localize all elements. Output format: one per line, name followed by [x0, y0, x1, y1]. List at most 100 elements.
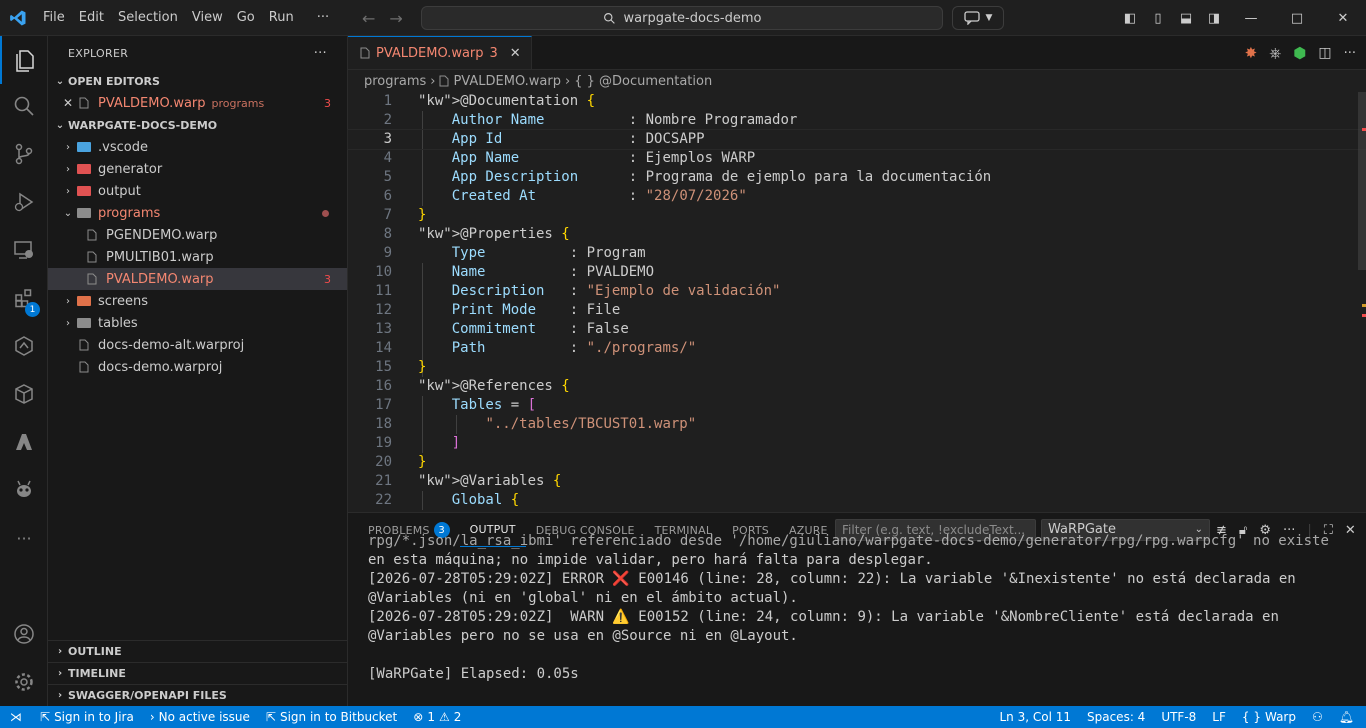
- editor-scrollbar[interactable]: [1352, 92, 1366, 512]
- open-editors-header[interactable]: ⌄ OPEN EDITORS: [48, 70, 347, 92]
- code-line[interactable]: 8 "kw">@Properties {: [348, 225, 1366, 244]
- code-line[interactable]: 7}: [348, 206, 1366, 225]
- split-editor-icon[interactable]: ◫: [1318, 45, 1331, 61]
- tree-folder-programs[interactable]: ⌄ programs: [48, 202, 347, 224]
- close-window-icon[interactable]: ✕: [1320, 11, 1366, 26]
- warp-activity[interactable]: [0, 322, 48, 370]
- spark-icon[interactable]: ✸: [1245, 44, 1258, 62]
- extensions-activity[interactable]: 1: [0, 274, 48, 322]
- tree-folder-vscode[interactable]: › .vscode: [48, 136, 347, 158]
- tree-file-pgendemo[interactable]: PGENDEMO.warp: [48, 224, 347, 246]
- tree-folder-output[interactable]: › output: [48, 180, 347, 202]
- toggle-panel-icon[interactable]: ⬓: [1172, 11, 1200, 26]
- tree-folder-tables[interactable]: › tables: [48, 312, 347, 334]
- menu-run[interactable]: Run: [262, 0, 301, 36]
- end-of-line[interactable]: LF: [1204, 706, 1234, 728]
- close-icon[interactable]: ✕: [510, 46, 521, 61]
- editor-tab-pvaldemo[interactable]: PVALDEMO.warp 3 ✕: [348, 36, 532, 69]
- copilot-button[interactable]: ▼: [952, 6, 1004, 30]
- code-line[interactable]: 9 Type : Program: [348, 244, 1366, 263]
- code-line[interactable]: 1 "kw">@Documentation {: [348, 92, 1366, 111]
- line-number: 12: [375, 302, 392, 318]
- cursor-position[interactable]: Ln 3, Col 11: [991, 706, 1079, 728]
- cube-activity[interactable]: [0, 370, 48, 418]
- menu-go[interactable]: Go: [230, 0, 262, 36]
- menu-file[interactable]: File: [36, 0, 72, 36]
- code-line[interactable]: 10 Name : PVALDEMO: [348, 263, 1366, 282]
- code-line[interactable]: 15}: [348, 358, 1366, 377]
- code-line[interactable]: 14 Path : "./programs/": [348, 339, 1366, 358]
- code-line[interactable]: 16 "kw">@References {: [348, 377, 1366, 396]
- code-line[interactable]: 17 Tables = [: [348, 396, 1366, 415]
- swagger-header[interactable]: › SWAGGER/OPENAPI FILES: [48, 684, 348, 706]
- code-line[interactable]: 11 Description : "Ejemplo de validación": [348, 282, 1366, 301]
- copilot-status[interactable]: ⚇: [1304, 706, 1331, 728]
- maximize-icon[interactable]: □: [1274, 11, 1320, 26]
- toggle-sidebar-icon[interactable]: ▯: [1144, 11, 1172, 26]
- notifications[interactable]: 🔔︎: [1331, 706, 1362, 728]
- code-line[interactable]: 5 App Description : Programa de ejemplo …: [348, 168, 1366, 187]
- tree-folder-generator[interactable]: › generator: [48, 158, 347, 180]
- chevron-right-icon: ›: [66, 163, 70, 175]
- jira-sign-in[interactable]: ⇱ Sign in to Jira: [32, 706, 142, 728]
- tree-folder-screens[interactable]: › screens: [48, 290, 347, 312]
- alien-activity[interactable]: [0, 466, 48, 514]
- code-line[interactable]: 19 ]: [348, 434, 1366, 453]
- encoding[interactable]: UTF-8: [1153, 706, 1204, 728]
- breadcrumb-symbol[interactable]: { } @Documentation: [574, 74, 712, 89]
- tree-file-pvaldemo[interactable]: PVALDEMO.warp 3: [48, 268, 347, 290]
- menu-edit[interactable]: Edit: [72, 0, 111, 36]
- azure-activity[interactable]: [0, 418, 48, 466]
- command-center-search[interactable]: warpgate-docs-demo: [421, 6, 943, 30]
- run-debug-activity[interactable]: [0, 178, 48, 226]
- forward-arrow-icon[interactable]: →: [389, 9, 402, 28]
- explorer-more-button[interactable]: ···: [314, 46, 327, 61]
- code-line[interactable]: 6 Created At : "28/07/2026": [348, 187, 1366, 206]
- tree-file-docs-demo[interactable]: docs-demo.warproj: [48, 356, 347, 378]
- explorer-activity[interactable]: [0, 36, 48, 84]
- toggle-secondary-layout-icon[interactable]: ◧: [1116, 11, 1144, 26]
- language-mode[interactable]: { } Warp: [1234, 706, 1304, 728]
- code-text: "kw">@Variables {: [418, 473, 562, 489]
- menu-view[interactable]: View: [185, 0, 230, 36]
- source-control-activity[interactable]: [0, 130, 48, 178]
- code-editor[interactable]: 1 "kw">@Documentation {2 Author Name : No…: [347, 92, 1366, 510]
- openai-icon[interactable]: ⎈: [1269, 44, 1281, 62]
- code-line[interactable]: 3 App Id : DOCSAPP: [347, 129, 1366, 150]
- tree-file-docs-demo-alt[interactable]: docs-demo-alt.warproj: [48, 334, 347, 356]
- breadcrumb-folder[interactable]: programs: [364, 74, 426, 89]
- toggle-aux-bar-icon[interactable]: ◨: [1200, 11, 1228, 26]
- code-line[interactable]: 4 App Name : Ejemplos WARP: [348, 149, 1366, 168]
- outline-header[interactable]: › OUTLINE: [48, 640, 348, 662]
- workspace-header[interactable]: ⌄ WARPGATE-DOCS-DEMO: [48, 114, 347, 136]
- chevron-down-icon: ▼: [985, 13, 993, 23]
- code-line[interactable]: 21 "kw">@Variables {: [348, 472, 1366, 491]
- more-activity[interactable]: ···: [0, 514, 48, 562]
- account-activity[interactable]: [0, 610, 48, 658]
- menu-selection[interactable]: Selection: [111, 0, 185, 36]
- timeline-header[interactable]: › TIMELINE: [48, 662, 348, 684]
- tree-file-pmultib01[interactable]: PMULTIB01.warp: [48, 246, 347, 268]
- code-line[interactable]: 12 Print Mode : File: [348, 301, 1366, 320]
- hexagon-icon[interactable]: ⬢: [1293, 44, 1306, 62]
- back-arrow-icon[interactable]: ←: [362, 9, 375, 28]
- search-activity[interactable]: [0, 82, 48, 130]
- jira-issue[interactable]: › No active issue: [142, 706, 258, 728]
- code-line[interactable]: 22 Global {: [348, 491, 1366, 510]
- indentation[interactable]: Spaces: 4: [1079, 706, 1153, 728]
- problems-status[interactable]: ⊗ 1 ⚠ 2: [405, 706, 469, 728]
- bitbucket-sign-in[interactable]: ⇱ Sign in to Bitbucket: [258, 706, 405, 728]
- menu-more[interactable]: ···: [301, 0, 336, 36]
- breadcrumb-file[interactable]: PVALDEMO.warp: [453, 74, 561, 89]
- code-line[interactable]: 13 Commitment : False: [348, 320, 1366, 339]
- close-icon[interactable]: ✕: [60, 96, 76, 110]
- code-line[interactable]: 18 "../tables/TBCUST01.warp": [348, 415, 1366, 434]
- remote-explorer-activity[interactable]: [0, 226, 48, 274]
- open-editor-item[interactable]: ✕ PVALDEMO.warp programs 3: [48, 92, 347, 114]
- code-line[interactable]: 20}: [348, 453, 1366, 472]
- more-actions-icon[interactable]: ···: [1344, 46, 1356, 61]
- code-line[interactable]: 2 Author Name : Nombre Programador: [348, 111, 1366, 130]
- remote-indicator[interactable]: ⋊: [0, 706, 32, 728]
- settings-activity[interactable]: [0, 658, 48, 706]
- minimize-icon[interactable]: —: [1228, 11, 1274, 26]
